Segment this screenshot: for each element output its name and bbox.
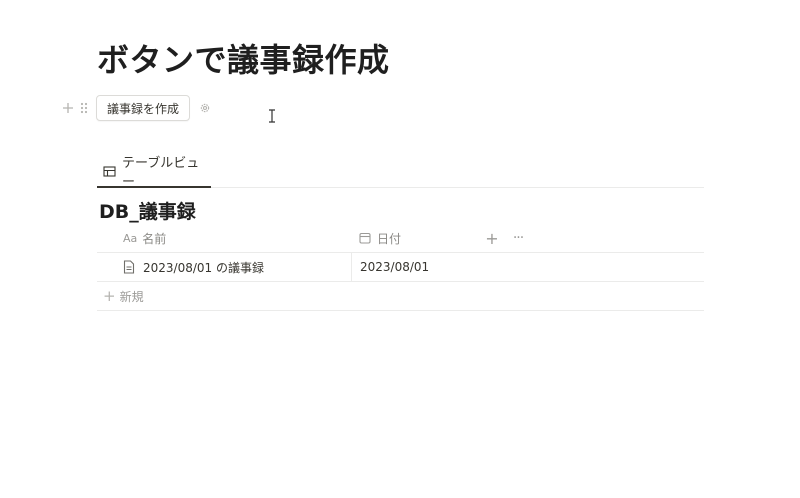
column-header-date[interactable]: 日付	[359, 224, 401, 252]
new-row-button[interactable]: + 新規	[97, 282, 704, 311]
button-block: 議事録を作成	[60, 94, 212, 122]
row-name-text: 2023/08/01 の議事録	[143, 260, 264, 275]
page-icon	[123, 260, 135, 274]
column-label: 名前	[142, 231, 167, 246]
calendar-icon	[359, 232, 371, 244]
row-name-cell[interactable]: 2023/08/01 の議事録	[123, 253, 264, 281]
plus-icon[interactable]	[60, 98, 76, 118]
drag-handle-icon[interactable]	[76, 98, 92, 118]
add-column-plus-icon[interactable]: +	[483, 228, 501, 248]
database-table: Aa 名前 日付 + ··· 2023/08/01 の議事録 2023/08/0…	[97, 224, 704, 311]
plus-icon: +	[103, 287, 116, 305]
row-date-cell[interactable]: 2023/08/01	[360, 253, 429, 281]
new-row[interactable]: + 新規	[103, 282, 144, 310]
cell-divider	[351, 253, 352, 281]
page-title: ボタンで議事録作成	[97, 41, 390, 80]
table-row[interactable]: 2023/08/01 の議事録 2023/08/01	[97, 253, 704, 282]
text-property-icon: Aa	[123, 231, 138, 245]
table-icon	[103, 165, 116, 178]
create-minutes-button[interactable]: 議事録を作成	[96, 95, 191, 121]
table-header: Aa 名前 日付 + ···	[97, 224, 704, 253]
tab-label: テーブルビュー	[122, 156, 200, 190]
view-tabs: テーブルビュー	[97, 156, 704, 190]
new-label: 新規	[119, 289, 144, 304]
text-cursor-icon	[267, 108, 277, 124]
tab-table-view[interactable]: テーブルビュー	[97, 156, 211, 190]
ellipsis-icon[interactable]: ···	[508, 228, 528, 248]
column-header-name[interactable]: Aa 名前	[123, 224, 166, 252]
gear-icon[interactable]	[198, 101, 212, 115]
column-label: 日付	[377, 231, 402, 246]
database-title[interactable]: DB_議事録	[99, 197, 196, 224]
